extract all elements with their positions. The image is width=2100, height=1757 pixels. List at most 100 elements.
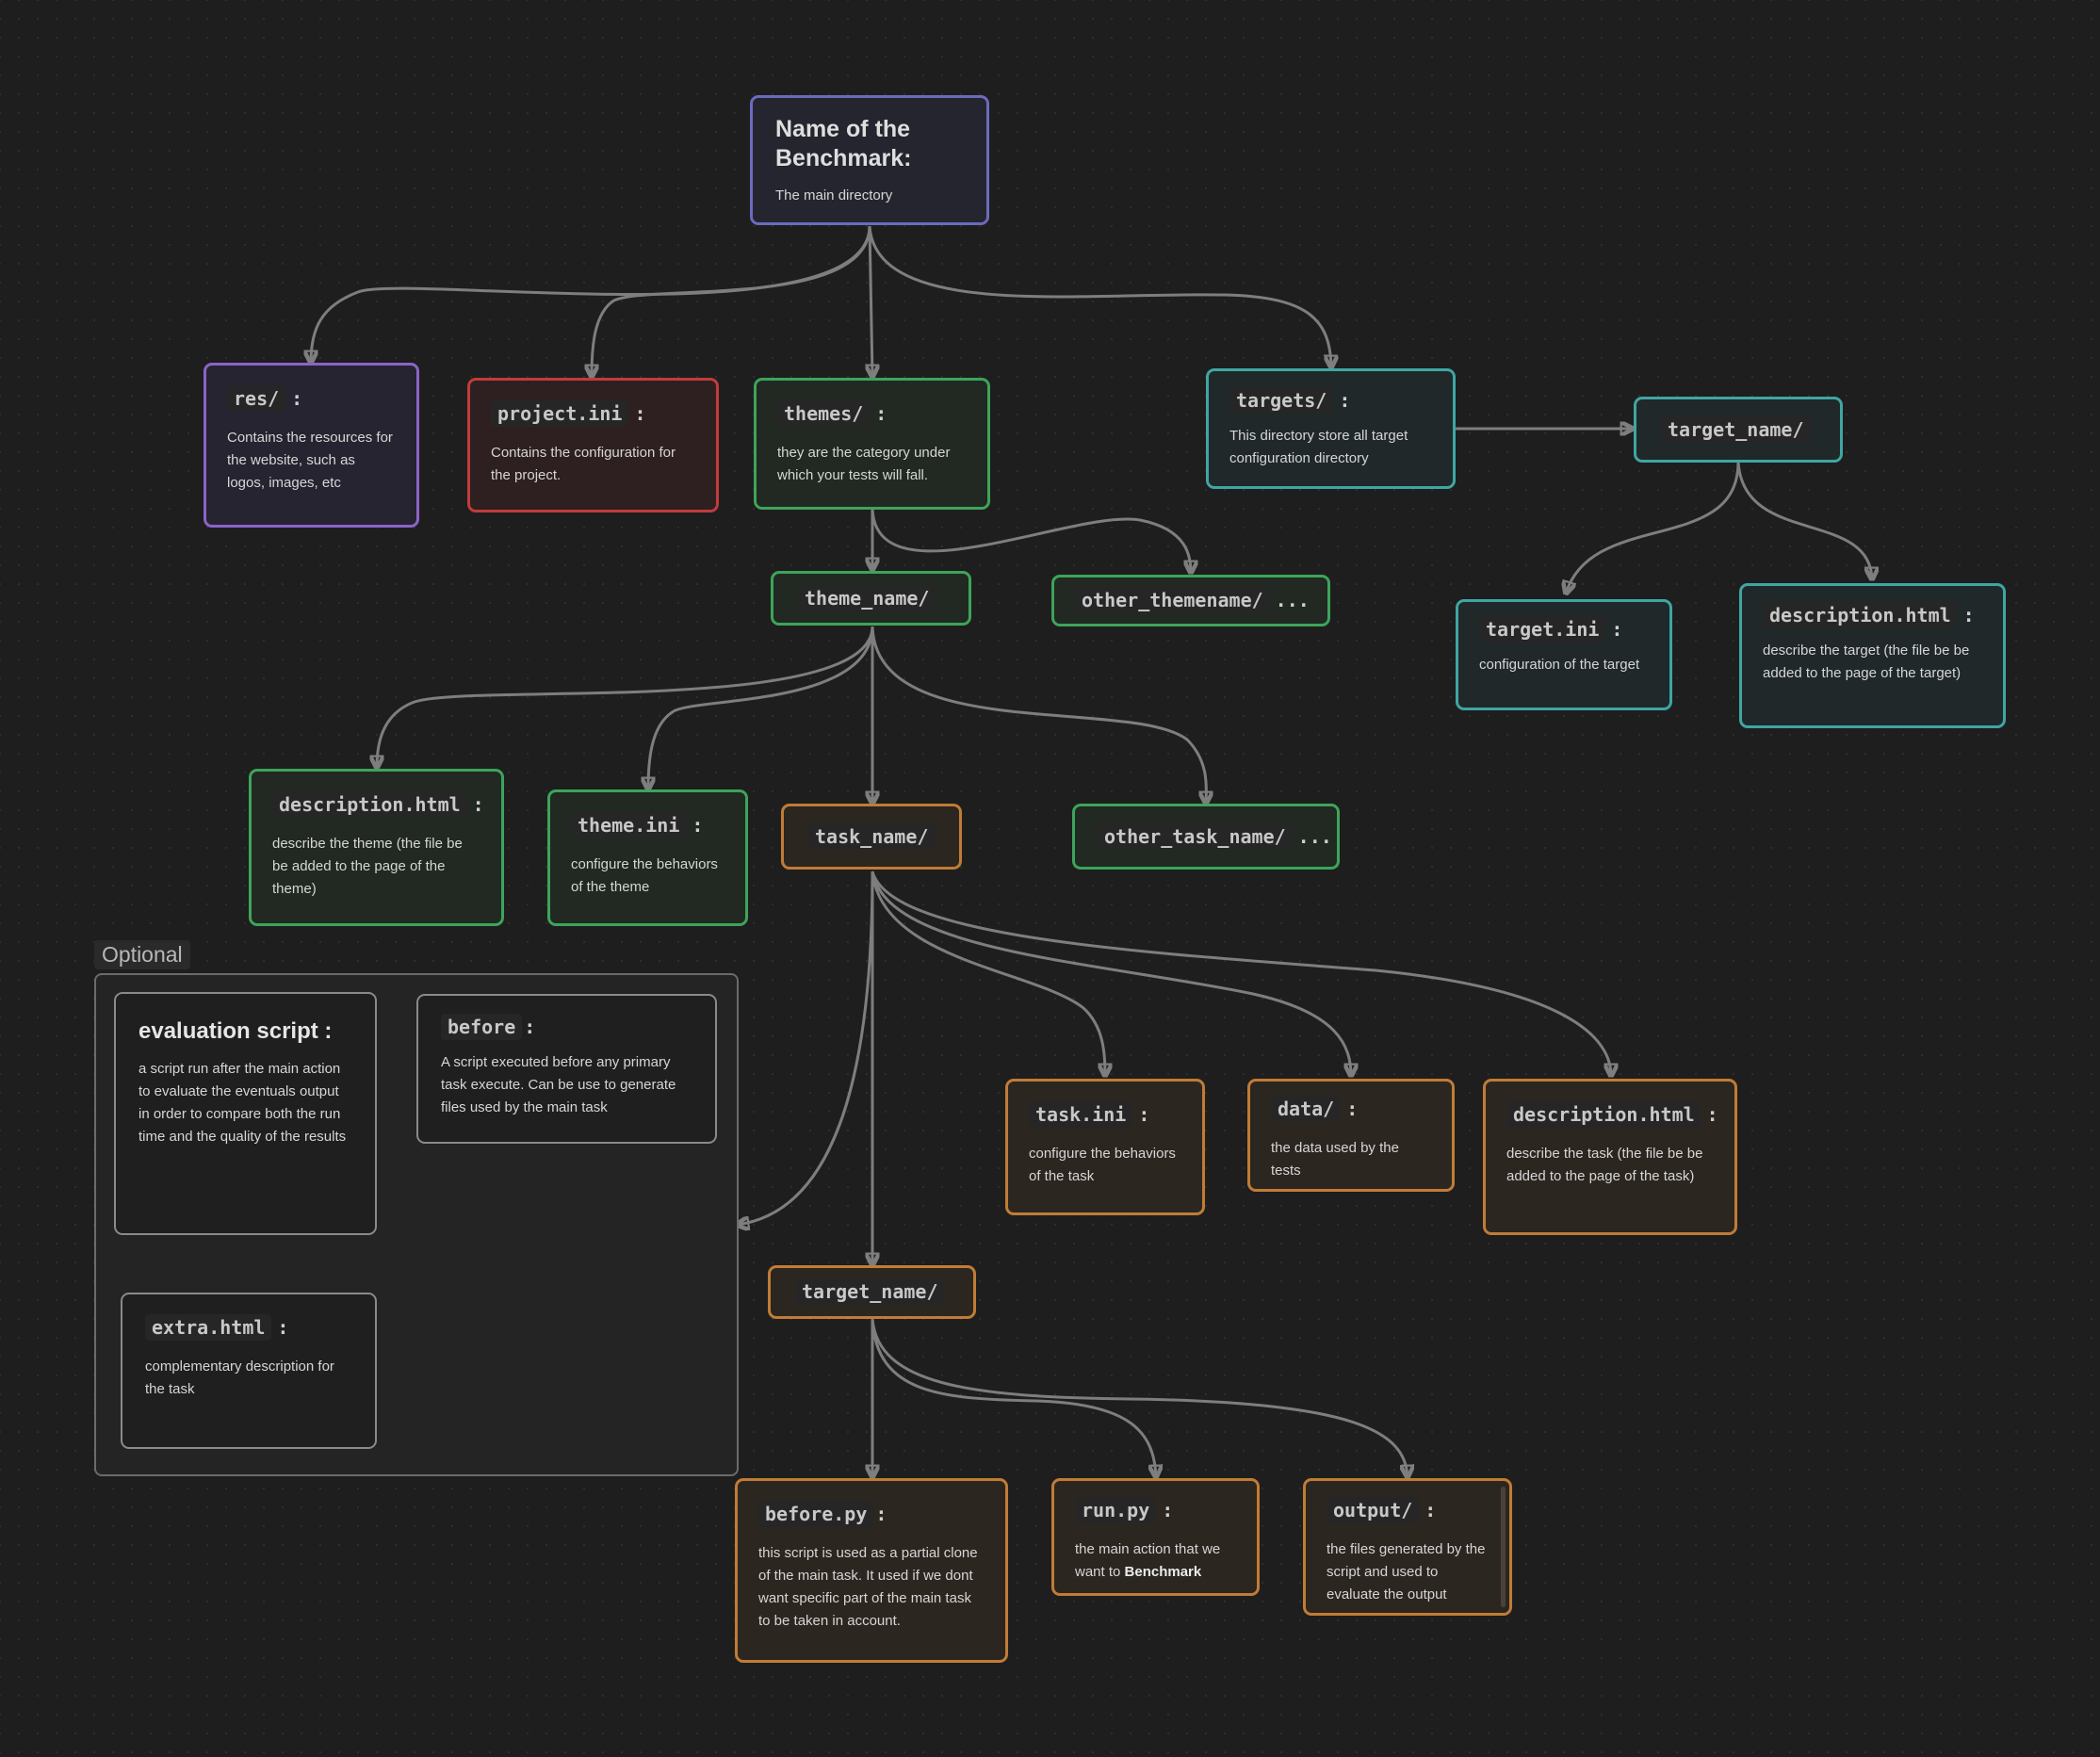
task-ini-desc: configure the behaviors of the task — [1029, 1146, 1176, 1184]
task-ini-node[interactable]: task.ini: configure the behaviors of the… — [1005, 1079, 1205, 1215]
data-desc: the data used by the tests — [1271, 1140, 1399, 1179]
edge-target-name-run-py — [871, 1318, 1156, 1477]
colon: : — [1424, 1499, 1437, 1521]
theme-name-node[interactable]: theme_name/ — [771, 571, 971, 626]
target-ini-desc: configuration of the target — [1479, 657, 1640, 673]
task-ini-name: task.ini — [1029, 1101, 1133, 1128]
targets-target-name-node[interactable]: target_name/ — [1634, 397, 1843, 463]
edge-root-themes — [870, 225, 872, 377]
edge-themes-other-themename — [871, 508, 1191, 573]
theme-description-name: description.html — [272, 791, 467, 818]
colon: : — [1138, 1103, 1150, 1126]
edge-theme-name-other-task — [871, 626, 1206, 804]
res-name: res/ — [227, 385, 286, 412]
edge-theme-name-description — [377, 626, 874, 768]
project-ini-name: project.ini — [491, 400, 629, 427]
run-py-name: run.py — [1075, 1497, 1157, 1523]
res-desc: Contains the resources for the website, … — [227, 430, 393, 491]
edge-task-name-data — [871, 870, 1351, 1076]
colon: : — [692, 814, 704, 837]
target-description-desc: describe the target (the file be be adde… — [1763, 643, 1970, 681]
edge-theme-name-theme-ini — [648, 626, 874, 789]
edge-root-project-ini — [592, 225, 871, 377]
data-node[interactable]: data/: the data used by the tests — [1247, 1079, 1455, 1192]
targets-name: targets/ — [1229, 387, 1334, 414]
themes-desc: they are the category under which your t… — [777, 445, 951, 483]
targets-node[interactable]: targets/: This directory store all targe… — [1206, 368, 1456, 489]
task-description-name: description.html — [1506, 1101, 1701, 1128]
edge-task-name-description — [871, 870, 1611, 1076]
other-task-name-node[interactable]: other_task_name/... — [1072, 804, 1340, 870]
target-description-node[interactable]: description.html: describe the target (t… — [1739, 583, 2006, 728]
task-description-desc: describe the task (the file be be added … — [1506, 1146, 1703, 1184]
before-name: before — [441, 1014, 523, 1040]
root-title: Name of the Benchmark: — [775, 116, 912, 171]
colon: : — [1962, 604, 1975, 626]
targets-target-name: target_name/ — [1661, 415, 1811, 443]
root-desc: The main directory — [775, 187, 893, 203]
before-py-desc: this script is used as a partial clone o… — [758, 1545, 978, 1629]
colon: : — [1346, 1098, 1359, 1120]
extra-html-node[interactable]: extra.html: complementary description fo… — [121, 1293, 377, 1449]
colon: : — [277, 1316, 289, 1339]
edge-root-targets — [868, 225, 1331, 367]
themes-node[interactable]: themes/: they are the category under whi… — [754, 378, 990, 510]
extra-html-desc: complementary description for the task — [145, 1358, 334, 1397]
evaluation-script-node[interactable]: evaluation script : a script run after t… — [114, 992, 377, 1235]
before-py-node[interactable]: before.py: this script is used as a part… — [735, 1478, 1008, 1663]
themes-name: themes/ — [777, 400, 871, 427]
colon: : — [291, 387, 303, 410]
theme-ini-name: theme.ini — [571, 812, 687, 838]
colon: : — [634, 402, 646, 425]
colon: : — [875, 1503, 887, 1525]
target-ini-name: target.ini — [1479, 616, 1606, 643]
run-py-node[interactable]: run.py: the main action that we want to … — [1051, 1478, 1260, 1596]
theme-ini-desc: configure the behaviors of the theme — [571, 856, 718, 895]
project-ini-desc: Contains the configuration for the proje… — [491, 445, 676, 483]
before-node[interactable]: before: A script executed before any pri… — [416, 994, 717, 1144]
data-name: data/ — [1271, 1096, 1342, 1122]
theme-description-desc: describe the theme (the file be be added… — [272, 836, 463, 897]
target-ini-node[interactable]: target.ini: configuration of the target — [1456, 599, 1672, 710]
targets-desc: This directory store all target configur… — [1229, 428, 1408, 466]
task-description-node[interactable]: description.html: describe the task (the… — [1483, 1079, 1737, 1235]
task-target-name: target_name/ — [795, 1278, 945, 1305]
task-name: task_name/ — [808, 822, 936, 850]
before-py-name: before.py — [758, 1501, 874, 1527]
colon: : — [524, 1016, 536, 1038]
edge-root-res — [311, 225, 871, 363]
task-name-node[interactable]: task_name/ — [781, 804, 962, 870]
output-name: output/ — [1327, 1497, 1420, 1523]
colon: : — [1162, 1499, 1174, 1521]
before-desc: A script executed before any primary tas… — [441, 1054, 676, 1115]
other-themename-node[interactable]: other_themename/... — [1051, 575, 1330, 626]
extra-html-name: extra.html — [145, 1314, 272, 1341]
colon: : — [1339, 389, 1351, 412]
colon: : — [875, 402, 887, 425]
run-py-desc-bold: Benchmark — [1124, 1564, 1202, 1580]
output-node[interactable]: output/: the files generated by the scri… — [1303, 1478, 1512, 1616]
project-ini-node[interactable]: project.ini: Contains the configuration … — [467, 378, 719, 512]
edge-task-name-task-ini — [871, 870, 1105, 1076]
other-task-name: other_task_name/ — [1098, 822, 1293, 850]
edge-target-name-target-ini — [1566, 461, 1740, 594]
output-scrollbar[interactable] — [1501, 1487, 1506, 1607]
ellipsis: ... — [1297, 824, 1332, 848]
task-target-name-node[interactable]: target_name/ — [768, 1265, 976, 1319]
run-py-desc: the main action that we want to Benchmar… — [1075, 1538, 1236, 1584]
output-desc: the files generated by the script and us… — [1327, 1541, 1486, 1602]
colon: : — [472, 793, 484, 816]
optional-group-label: Optional — [94, 940, 190, 969]
ellipsis: ... — [1275, 589, 1310, 611]
edge-target-name-output — [871, 1318, 1408, 1477]
theme-name: theme_name/ — [798, 584, 936, 611]
edge-task-name-optional — [737, 870, 874, 1225]
other-themename: other_themename/ — [1075, 587, 1270, 613]
root-node[interactable]: Name of the Benchmark: The main director… — [750, 95, 989, 225]
edge-target-name-description — [1736, 461, 1872, 579]
theme-ini-node[interactable]: theme.ini: configure the behaviors of th… — [547, 789, 748, 926]
target-description-name: description.html — [1763, 602, 1958, 628]
evaluation-script-title: evaluation script : — [138, 1018, 333, 1044]
theme-description-node[interactable]: description.html: describe the theme (th… — [249, 769, 504, 926]
res-node[interactable]: res/: Contains the resources for the web… — [203, 363, 419, 528]
